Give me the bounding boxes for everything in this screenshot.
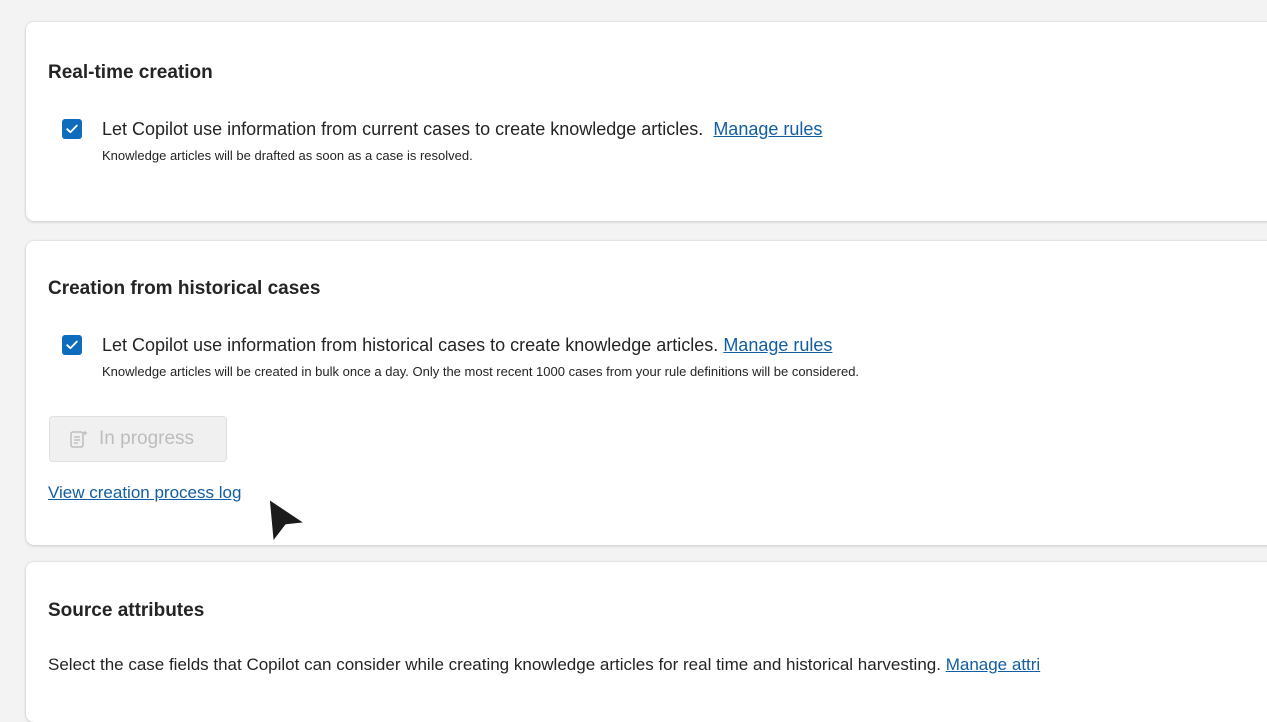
historical-option-text-group: Let Copilot use information from histori… <box>102 334 859 379</box>
in-progress-label: In progress <box>99 428 195 449</box>
historical-creation-card: Creation from historical cases Let Copil… <box>26 241 1267 545</box>
realtime-option-text-group: Let Copilot use information from current… <box>102 118 822 163</box>
historical-note: Knowledge articles will be created in bu… <box>102 364 860 379</box>
realtime-creation-card: Real-time creation Let Copilot use infor… <box>26 22 1267 221</box>
historical-option-label: Let Copilot use information from histori… <box>102 335 719 355</box>
manage-attributes-link[interactable]: Manage attri <box>946 655 1041 674</box>
source-attributes-description: Select the case fields that Copilot can … <box>48 655 941 674</box>
realtime-checkbox[interactable] <box>62 119 82 139</box>
section-title: Creation from historical cases <box>48 278 321 299</box>
source-attributes-card: Source attributes Select the case fields… <box>26 562 1267 722</box>
document-sparkle-icon <box>68 428 90 450</box>
section-title: Source attributes <box>48 600 205 621</box>
view-creation-log-link[interactable]: View creation process log <box>48 483 241 503</box>
realtime-manage-rules-link[interactable]: Manage rules <box>713 119 822 139</box>
source-attributes-description-line: Select the case fields that Copilot can … <box>48 655 1040 675</box>
checkmark-icon <box>66 340 78 350</box>
section-title: Real-time creation <box>48 62 213 83</box>
historical-manage-rules-link[interactable]: Manage rules <box>723 335 832 355</box>
realtime-option-label: Let Copilot use information from current… <box>102 119 704 139</box>
checkmark-icon <box>66 124 78 134</box>
historical-option-line: Let Copilot use information from histori… <box>102 334 859 356</box>
realtime-option-line: Let Copilot use information from current… <box>102 118 822 140</box>
historical-checkbox[interactable] <box>62 335 82 355</box>
historical-checkbox-row: Let Copilot use information from histori… <box>62 334 859 379</box>
realtime-note: Knowledge articles will be drafted as so… <box>102 148 473 163</box>
realtime-checkbox-row: Let Copilot use information from current… <box>62 118 822 163</box>
in-progress-button[interactable]: In progress <box>49 416 227 462</box>
